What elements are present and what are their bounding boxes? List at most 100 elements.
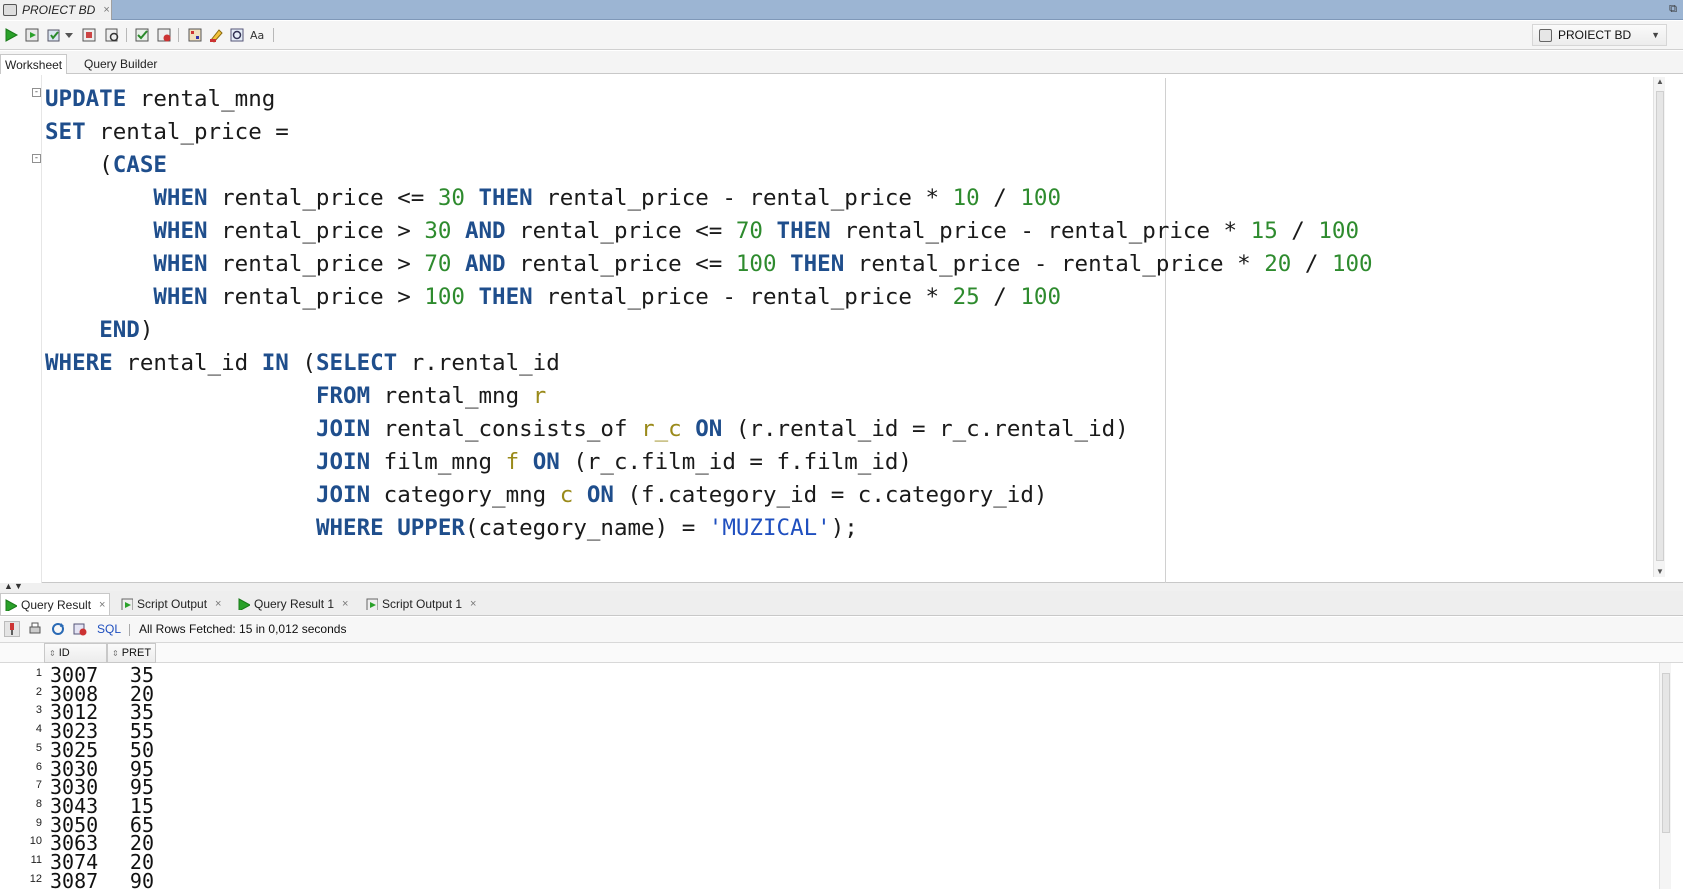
sql-keyword: WHEN xyxy=(153,284,208,310)
document-tab-title: PROIECT BD xyxy=(22,3,96,17)
run-statement-icon[interactable] xyxy=(2,26,20,44)
sql-text: / xyxy=(1291,251,1332,277)
editor-scrollbar[interactable]: ▲ ▼ xyxy=(1653,77,1665,577)
scrollbar-thumb[interactable] xyxy=(1662,673,1670,833)
sql-keyword: ON xyxy=(695,416,723,442)
sql-alias: c xyxy=(559,482,574,508)
refresh-icon[interactable] xyxy=(50,621,66,637)
rollback-icon[interactable] xyxy=(80,26,98,44)
cell-pret[interactable]: 90 xyxy=(108,869,154,889)
cancel-query-icon[interactable] xyxy=(72,621,88,637)
sql-keyword: WHEN xyxy=(153,251,208,277)
sql-alias: r xyxy=(532,383,547,409)
column-header-label: PRET xyxy=(121,647,152,659)
database-icon xyxy=(1539,28,1552,42)
sql-tuning-icon[interactable] xyxy=(155,26,173,44)
svg-text:Aa: Aa xyxy=(250,29,264,42)
code-line: JOIN rental_consists_of r_c ON (r.rental… xyxy=(45,413,1373,446)
toolbar-separator xyxy=(129,624,130,636)
results-toolbar: SQL All Rows Fetched: 15 in 0,012 second… xyxy=(0,617,1683,643)
clear-icon[interactable] xyxy=(207,26,225,44)
sql-editor[interactable]: - - UPDATE rental_mng SET rental_price = … xyxy=(0,75,1683,583)
script-icon xyxy=(121,598,133,610)
column-header-id[interactable]: ⇕ ID xyxy=(44,643,107,663)
row-number: 4 xyxy=(35,723,42,736)
history-icon[interactable] xyxy=(228,26,246,44)
sql-keyword: AND xyxy=(464,251,506,277)
sql-keyword: JOIN xyxy=(315,416,371,442)
sql-text: rental_price - rental_price * xyxy=(830,218,1251,244)
column-header-pret[interactable]: ⇕ PRET xyxy=(107,643,156,663)
run-script-icon[interactable] xyxy=(23,26,41,44)
row-number: 7 xyxy=(35,779,42,792)
sql-keyword: THEN xyxy=(478,185,533,211)
sql-keyword: JOIN xyxy=(315,449,371,475)
sql-keyword: THEN xyxy=(790,251,845,277)
document-tab[interactable]: PROIECT BD × xyxy=(0,0,112,20)
close-icon[interactable]: × xyxy=(103,4,109,16)
print-icon[interactable] xyxy=(27,621,43,637)
explain-plan-icon[interactable] xyxy=(133,26,151,44)
sql-keyword: THEN xyxy=(776,218,831,244)
close-icon[interactable]: × xyxy=(470,598,476,610)
sql-keyword: SET xyxy=(45,119,86,145)
code-line: WHERE rental_id IN (SELECT r.rental_id xyxy=(45,347,1373,380)
script-icon xyxy=(366,598,378,610)
sql-text: rental_price <= xyxy=(505,251,736,277)
pane-splitter[interactable]: ▲ ▼ xyxy=(0,581,1683,591)
results-grid[interactable]: ⇕ ID ⇕ PRET 1 3007 35 2 3008 20 3 3012 35 4 3023 55… xyxy=(0,643,1683,889)
code-text[interactable]: UPDATE rental_mng SET rental_price = (CAS… xyxy=(45,83,1373,545)
sql-keyword: WHEN xyxy=(153,218,208,244)
scrollbar-thumb[interactable] xyxy=(1656,91,1664,561)
scroll-up-icon[interactable]: ▲ xyxy=(1654,77,1666,87)
table-row[interactable]: 12 3087 90 xyxy=(0,869,170,889)
row-number: 2 xyxy=(35,685,42,698)
tab-query-builder[interactable]: Query Builder xyxy=(80,54,161,74)
sql-text: rental_mng xyxy=(370,383,533,409)
sql-link[interactable]: SQL xyxy=(97,622,121,636)
format-icon[interactable]: Aa xyxy=(249,26,267,44)
connection-select[interactable]: PROIECT BD ▼ xyxy=(1532,24,1667,46)
sql-text: rental_consists_of xyxy=(370,416,642,442)
row-number: 5 xyxy=(35,741,42,754)
grid-scrollbar[interactable] xyxy=(1659,663,1671,889)
close-icon[interactable]: × xyxy=(342,598,348,610)
toolbar-separator xyxy=(178,28,179,42)
fold-toggle-icon[interactable]: - xyxy=(32,154,41,163)
chevron-down-icon[interactable] xyxy=(64,26,74,44)
code-line: END) xyxy=(45,314,1373,347)
tab-label: Script Output xyxy=(137,597,208,611)
tab-query-result[interactable]: Query Result × xyxy=(0,593,111,615)
fold-toggle-icon[interactable]: - xyxy=(32,88,41,97)
tab-worksheet[interactable]: Worksheet xyxy=(0,54,68,74)
pin-icon[interactable] xyxy=(4,621,20,637)
sql-string: 'MUZICAL' xyxy=(708,515,831,541)
scroll-down-icon[interactable]: ▼ xyxy=(1654,567,1666,577)
tab-script-output[interactable]: Script Output × xyxy=(117,593,225,615)
sql-text: / xyxy=(1277,218,1319,244)
expand-down-icon[interactable]: ▼ xyxy=(14,581,23,591)
autotrace-icon[interactable] xyxy=(103,26,121,44)
close-icon[interactable]: × xyxy=(215,598,221,610)
sql-keyword: IN xyxy=(261,350,289,376)
code-line: JOIN category_mng c ON (f.category_id = … xyxy=(45,479,1373,512)
monitor-sql-icon[interactable] xyxy=(186,26,204,44)
commit-icon[interactable] xyxy=(45,26,63,44)
tab-query-result-1[interactable]: Query Result 1 × xyxy=(234,593,352,615)
restore-window-icon[interactable]: ⧉ xyxy=(1667,3,1679,15)
close-icon[interactable]: × xyxy=(99,599,105,611)
sql-keyword: AND xyxy=(464,218,506,244)
cell-id[interactable]: 3087 xyxy=(50,869,105,889)
code-line: (CASE xyxy=(45,149,1373,182)
expand-up-icon[interactable]: ▲ xyxy=(4,581,13,591)
sql-keyword: UPPER xyxy=(397,515,465,541)
row-number: 3 xyxy=(35,704,42,717)
sql-keyword: WHERE xyxy=(45,350,113,376)
tab-script-output-1[interactable]: Script Output 1 × xyxy=(362,593,480,615)
